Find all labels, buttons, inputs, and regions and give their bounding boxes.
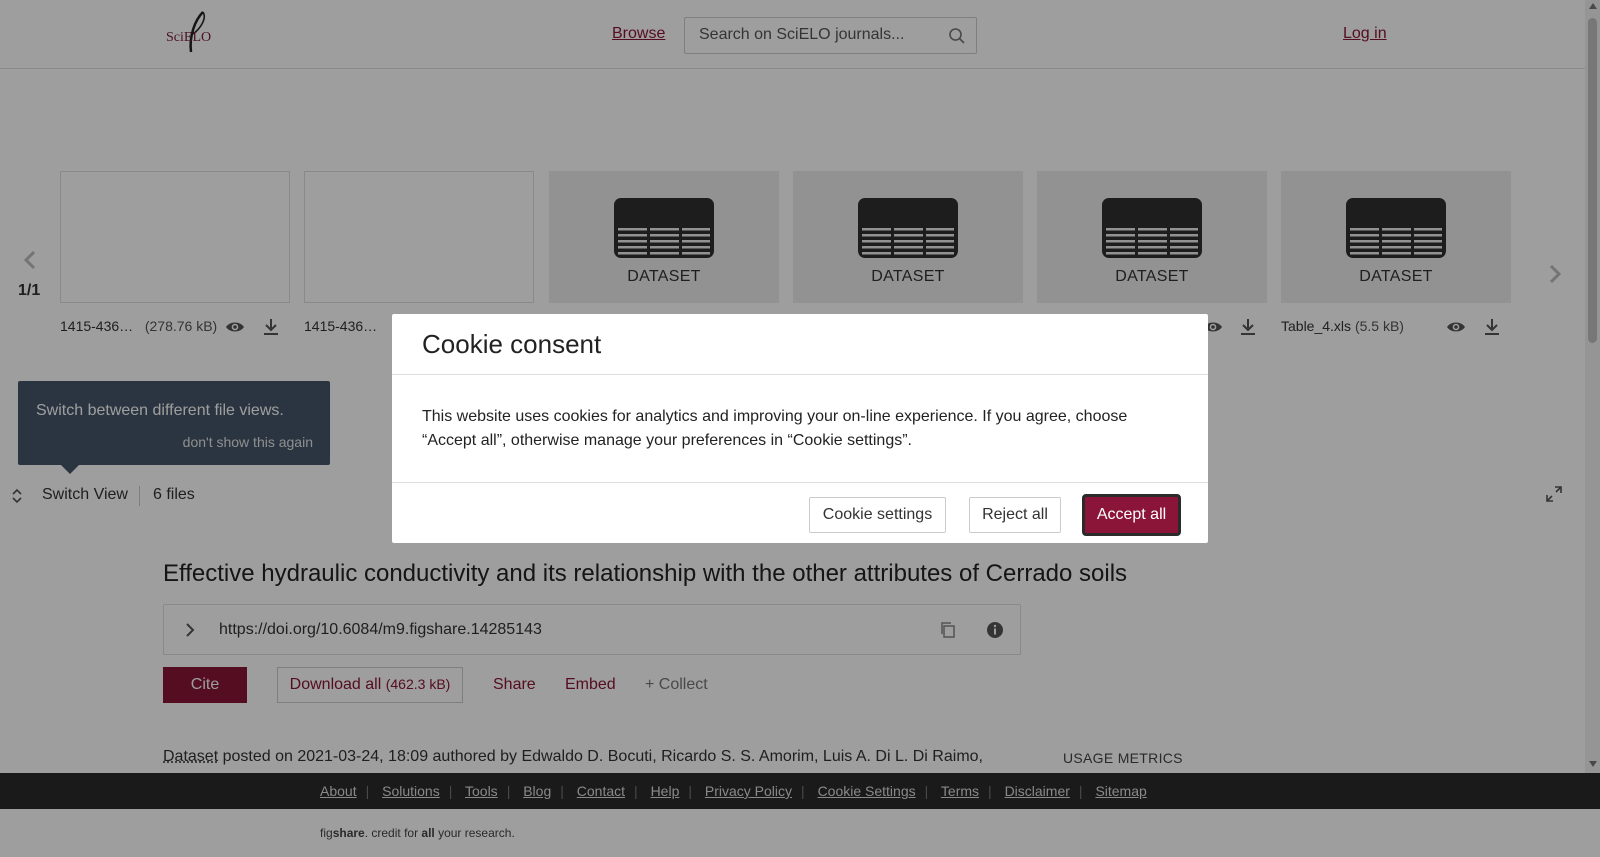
- divider: [392, 374, 1208, 375]
- cookie-consent-modal: Cookie consent This website uses cookies…: [392, 314, 1208, 543]
- modal-body-text: This website uses cookies for analytics …: [422, 408, 1128, 449]
- reject-all-button[interactable]: Reject all: [969, 497, 1061, 533]
- accept-all-button[interactable]: Accept all: [1082, 494, 1181, 536]
- modal-title: Cookie consent: [422, 329, 602, 359]
- divider: [392, 482, 1208, 483]
- cookie-settings-button[interactable]: Cookie settings: [809, 497, 946, 533]
